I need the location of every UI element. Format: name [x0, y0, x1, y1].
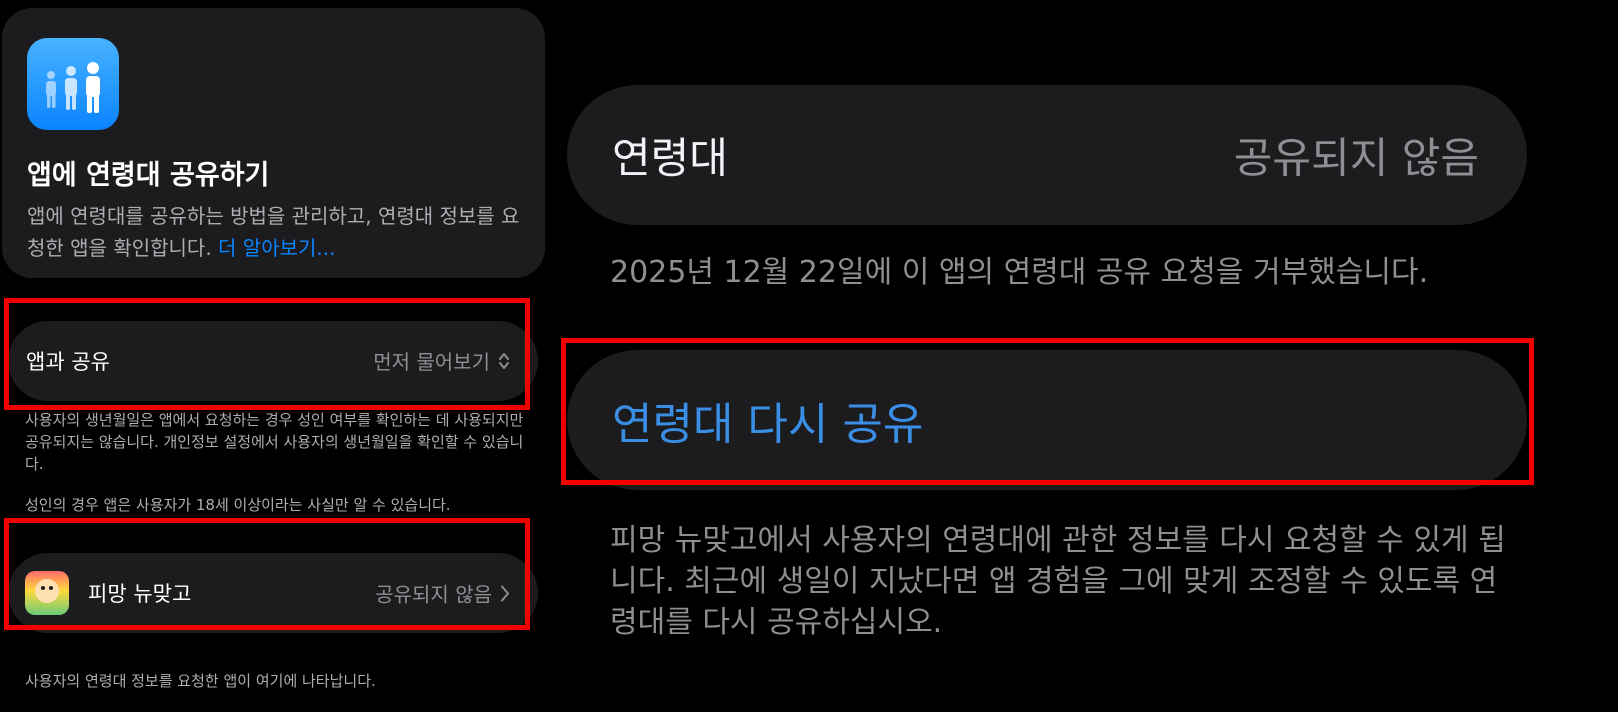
age-range-value: 공유되지 않음 — [1233, 133, 1479, 183]
age-sharing-header-card: 앱에 연령대 공유하기 앱에 연령대를 공유하는 방법을 관리하고, 연령대 정… — [2, 8, 545, 278]
page-title: 앱에 연령대 공유하기 — [27, 160, 270, 191]
share-footnote-birthdate: 사용자의 생년월일은 앱에서 요청하는 경우 성인 여부를 확인하는 데 사용되… — [25, 411, 524, 473]
chevron-right-icon — [500, 585, 510, 608]
app-status: 공유되지 않음 — [375, 579, 510, 608]
share-with-apps-row[interactable]: 앱과 공유 먼저 물어보기 — [8, 321, 538, 401]
age-range-label: 연령대 — [612, 133, 728, 183]
learn-more-link[interactable]: 더 알아보기... — [218, 236, 335, 260]
app-status-text: 공유되지 않음 — [375, 582, 492, 607]
app-icon-eye-right — [49, 586, 53, 590]
pmang-newmatgo-app-icon — [25, 571, 69, 615]
app-name: 피망 뉴맞고 — [88, 582, 192, 606]
header-description: 앱에 연령대를 공유하는 방법을 관리하고, 연령대 정보를 요청한 앱을 확인… — [27, 200, 527, 264]
age-range-row: 연령대 공유되지 않음 — [567, 85, 1527, 225]
share-with-apps-value-text: 먼저 물어보기 — [373, 350, 490, 374]
chevron-up-down-icon — [498, 351, 510, 376]
app-icon-face — [35, 579, 59, 603]
share-with-apps-value[interactable]: 먼저 물어보기 — [373, 346, 510, 376]
apps-footnote: 사용자의 연령대 정보를 요청한 앱이 여기에 나타납니다. — [25, 672, 376, 690]
share-with-apps-label: 앱과 공유 — [26, 350, 110, 374]
app-detail-right-panel: 연령대 공유되지 않음 2025년 12월 22일에 이 앱의 연령대 공유 요… — [545, 0, 1618, 712]
settings-left-panel: 앱에 연령대 공유하기 앱에 연령대를 공유하는 방법을 관리하고, 연령대 정… — [0, 0, 545, 712]
app-row-pmang-newmatgo[interactable]: 피망 뉴맞고 공유되지 않음 — [8, 553, 538, 633]
reshare-age-range-button[interactable]: 연령대 다시 공유 — [567, 350, 1527, 490]
app-icon-eye-left — [41, 586, 45, 590]
decline-note: 2025년 12월 22일에 이 앱의 연령대 공유 요청을 거부했습니다. — [610, 255, 1429, 290]
people-group-icon — [27, 38, 119, 130]
reshare-description: 피망 뉴맞고에서 사용자의 연령대에 관한 정보를 다시 요청할 수 있게 됩니… — [610, 523, 1506, 640]
reshare-age-range-label: 연령대 다시 공유 — [612, 399, 924, 450]
share-footnote-adult: 성인의 경우 앱은 사용자가 18세 이상이라는 사실만 알 수 있습니다. — [25, 496, 451, 514]
